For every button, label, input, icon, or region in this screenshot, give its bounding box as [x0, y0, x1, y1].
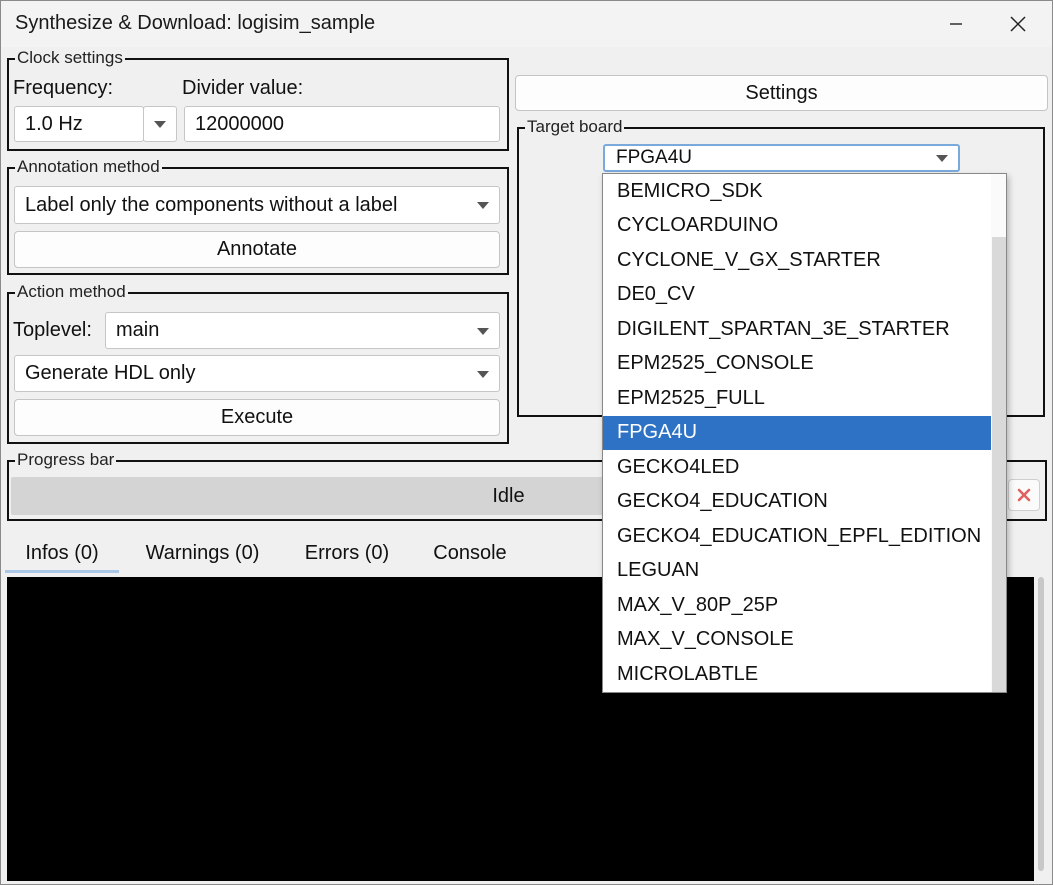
- frequency-label: Frequency:: [13, 77, 114, 99]
- close-button[interactable]: [993, 1, 1043, 47]
- divider-input[interactable]: 12000000: [184, 106, 500, 142]
- chevron-down-icon: [477, 202, 489, 209]
- dropdown-option[interactable]: FPGA4U: [603, 415, 991, 450]
- title-bar: Synthesize & Download: logisim_sample: [1, 1, 1052, 47]
- toplevel-label: Toplevel:: [13, 319, 92, 341]
- dropdown-option[interactable]: BEMICRO_SDK: [603, 174, 991, 209]
- frequency-combobox[interactable]: 1.0 Hz: [14, 106, 144, 142]
- cancel-button[interactable]: [1008, 479, 1040, 511]
- chevron-down-icon: [477, 327, 489, 335]
- close-icon: [1010, 16, 1026, 32]
- execute-button[interactable]: Execute: [14, 399, 500, 436]
- divider-label: Divider value:: [182, 77, 304, 99]
- chevron-down-icon: [477, 370, 489, 378]
- toplevel-select[interactable]: main: [105, 312, 500, 349]
- action-select[interactable]: Generate HDL only: [14, 355, 500, 392]
- dropdown-option[interactable]: MAX_V_80P_25P: [603, 588, 991, 623]
- synthesize-window: Synthesize & Download: logisim_sample Cl…: [0, 0, 1053, 885]
- progress-status: Idle: [492, 484, 525, 507]
- dropdown-option[interactable]: MICROLABTLE: [603, 657, 991, 692]
- log-scrollbar[interactable]: [1034, 577, 1048, 881]
- dropdown-scrollbar[interactable]: [991, 174, 1006, 692]
- annotation-method-value: Label only the components without a labe…: [25, 193, 398, 216]
- annotation-method-select[interactable]: Label only the components without a labe…: [14, 186, 500, 224]
- dropdown-option[interactable]: EPM2525_FULL: [603, 381, 991, 416]
- clock-settings-legend: Clock settings: [15, 48, 125, 68]
- frequency-value: 1.0 Hz: [25, 112, 83, 135]
- log-scrollbar-thumb[interactable]: [1038, 577, 1044, 871]
- target-board-value: FPGA4U: [616, 147, 693, 168]
- cancel-x-icon: [1017, 488, 1031, 502]
- dropdown-scrollbar-thumb[interactable]: [992, 237, 1006, 692]
- annotation-method-legend: Annotation method: [15, 157, 162, 177]
- dropdown-option[interactable]: MAX_V_CONSOLE: [603, 623, 991, 658]
- target-board-select[interactable]: FPGA4U: [603, 144, 960, 172]
- frequency-dropdown-button[interactable]: [143, 106, 177, 142]
- action-value: Generate HDL only: [25, 362, 196, 384]
- target-board-dropdown-list: BEMICRO_SDK CYCLOARDUINO CYCLONE_V_GX_STAR…: [602, 173, 1007, 693]
- tab-infos-label: Infos (0): [25, 541, 99, 564]
- annotate-button[interactable]: Annotate: [14, 231, 500, 268]
- tab-console-label: Console: [433, 541, 507, 564]
- tab-errors-label: Errors (0): [304, 541, 390, 564]
- chevron-down-icon: [154, 121, 166, 128]
- tab-infos[interactable]: Infos (0): [5, 533, 119, 573]
- dropdown-option[interactable]: EPM2525_CONSOLE: [603, 347, 991, 382]
- progress-bar-legend: Progress bar: [15, 450, 117, 470]
- chevron-down-icon: [936, 155, 948, 162]
- tab-console[interactable]: Console: [415, 533, 525, 573]
- dropdown-option[interactable]: CYCLONE_V_GX_STARTER: [603, 243, 991, 278]
- target-board-legend: Target board: [525, 117, 625, 137]
- dropdown-option[interactable]: GECKO4_EDUCATION: [603, 485, 991, 520]
- dropdown-option[interactable]: LEGUAN: [603, 554, 991, 589]
- minimize-button[interactable]: [931, 1, 981, 47]
- toplevel-value: main: [116, 319, 160, 341]
- tab-errors[interactable]: Errors (0): [287, 533, 407, 573]
- dropdown-option[interactable]: DIGILENT_SPARTAN_3E_STARTER: [603, 312, 991, 347]
- dropdown-option[interactable]: GECKO4LED: [603, 450, 991, 485]
- dropdown-option[interactable]: GECKO4_EDUCATION_EPFL_EDITION: [603, 519, 991, 554]
- divider-value: 12000000: [195, 112, 284, 135]
- tab-warnings[interactable]: Warnings (0): [125, 533, 280, 573]
- tab-warnings-label: Warnings (0): [145, 541, 260, 564]
- dropdown-option[interactable]: CYCLOARDUINO: [603, 209, 991, 244]
- minimize-icon: [950, 23, 962, 25]
- settings-button[interactable]: Settings: [515, 75, 1048, 111]
- window-title: Synthesize & Download: logisim_sample: [15, 12, 376, 34]
- dropdown-option[interactable]: DE0_CV: [603, 278, 991, 313]
- action-method-legend: Action method: [15, 282, 128, 302]
